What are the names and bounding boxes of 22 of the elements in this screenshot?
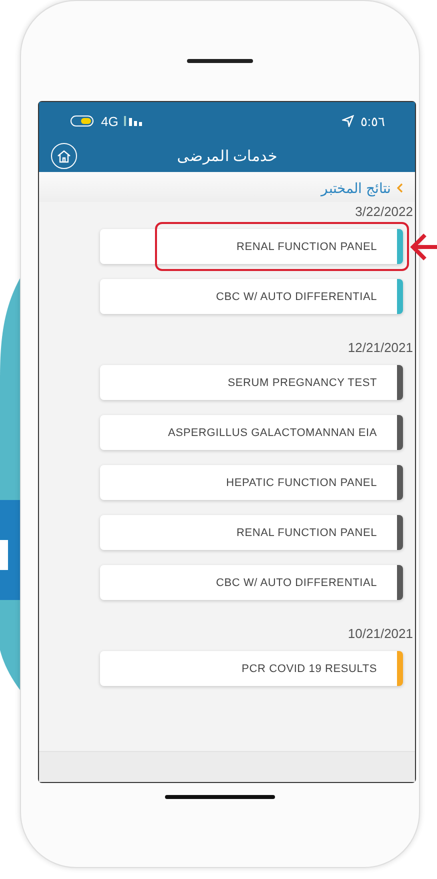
lab-result-item[interactable]: HEPATIC FUNCTION PANEL bbox=[100, 465, 403, 500]
lab-result-item[interactable]: RENAL FUNCTION PANEL bbox=[100, 515, 403, 550]
lab-result-item[interactable]: RENAL FUNCTION PANEL bbox=[100, 229, 403, 264]
home-icon bbox=[57, 150, 71, 162]
date-heading: 3/22/2022 bbox=[355, 204, 413, 219]
date-heading: 10/21/2021 bbox=[348, 626, 413, 641]
lab-result-item[interactable]: ASPERGILLUS GALACTOMANNAN EIA bbox=[100, 415, 403, 450]
lab-result-item[interactable]: CBC W/ AUTO DIFFERENTIAL bbox=[100, 565, 403, 600]
home-button[interactable] bbox=[51, 143, 77, 169]
lab-result-item[interactable]: SERUM PREGNANCY TEST bbox=[100, 365, 403, 400]
clock-time: ٥:٥٦ bbox=[360, 114, 385, 128]
chevron-icon bbox=[397, 183, 403, 193]
screen-title: خدمات المرضى bbox=[176, 147, 278, 165]
lab-result-item[interactable]: PCR COVID 19 RESULTS bbox=[100, 651, 403, 686]
date-heading: 12/21/2021 bbox=[348, 340, 413, 355]
phone-speaker bbox=[187, 59, 253, 63]
battery-icon bbox=[69, 115, 95, 127]
network-label: 4G bbox=[101, 114, 118, 128]
location-arrow-icon bbox=[342, 115, 354, 127]
breadcrumb-link[interactable]: نتائج المختبر bbox=[321, 180, 391, 196]
lab-result-item[interactable]: CBC W/ AUTO DIFFERENTIAL bbox=[100, 279, 403, 314]
signal-icon bbox=[124, 116, 142, 126]
